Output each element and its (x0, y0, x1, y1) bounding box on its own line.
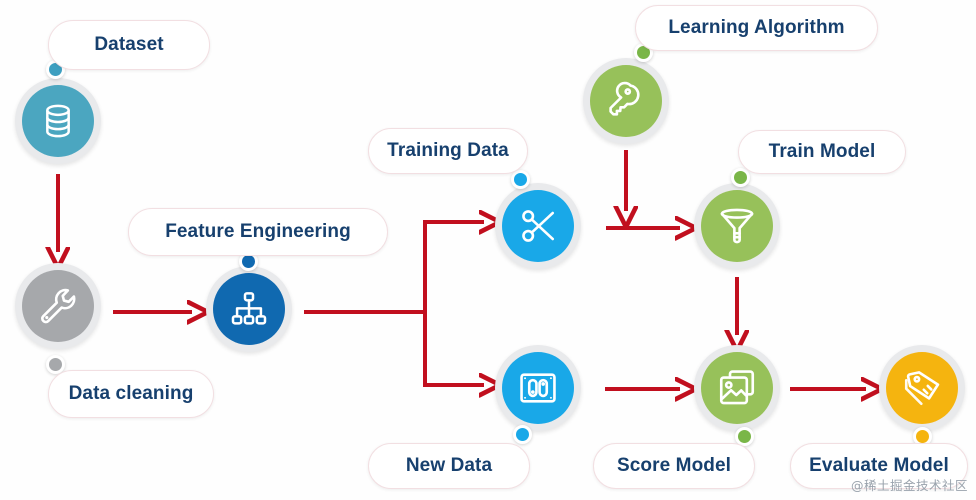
scissors-icon (522, 210, 555, 242)
label-score-model[interactable]: Score Model (593, 443, 755, 489)
node-evaluate-model[interactable] (879, 345, 965, 431)
database-icon (46, 104, 70, 138)
node-score-model[interactable] (694, 345, 780, 431)
node-dataset-disc (22, 85, 94, 157)
watermark: @稀土掘金技术社区 (850, 478, 968, 493)
label-learning-algorithm[interactable]: Learning Algorithm (635, 5, 878, 51)
badge-training-data (511, 170, 530, 189)
key-icon (609, 81, 640, 116)
diagram-canvas: Dataset Data cleaning Feature Engineerin… (0, 0, 976, 500)
node-training-data-disc (502, 190, 574, 262)
images-icon (719, 370, 755, 405)
funnel-icon (720, 208, 754, 244)
label-training-data[interactable]: Training Data (368, 128, 528, 174)
wrench-icon (41, 288, 76, 324)
label-dataset[interactable]: Dataset (48, 20, 210, 70)
node-new-data[interactable] (495, 345, 581, 431)
node-learning-algorithm[interactable] (583, 58, 669, 144)
hierarchy-icon (231, 292, 267, 325)
node-feature-engineering-disc (213, 273, 285, 345)
badge-train-model (731, 168, 750, 187)
node-train-model-disc (701, 190, 773, 262)
label-data-cleaning[interactable]: Data cleaning (48, 370, 214, 418)
node-feature-engineering[interactable] (206, 266, 292, 352)
node-dataset[interactable] (15, 78, 101, 164)
node-data-cleaning[interactable] (15, 263, 101, 349)
node-training-data[interactable] (495, 183, 581, 269)
tags-icon (904, 371, 940, 406)
node-score-model-disc (701, 352, 773, 424)
node-data-cleaning-disc (22, 270, 94, 342)
node-train-model[interactable] (694, 183, 780, 269)
node-evaluate-model-disc (886, 352, 958, 424)
label-feature-engineering[interactable]: Feature Engineering (128, 208, 388, 256)
node-new-data-disc (502, 352, 574, 424)
switch-panel-icon (520, 373, 556, 403)
label-new-data[interactable]: New Data (368, 443, 530, 489)
label-train-model[interactable]: Train Model (738, 130, 906, 174)
badge-new-data (513, 425, 532, 444)
node-learning-algorithm-disc (590, 65, 662, 137)
